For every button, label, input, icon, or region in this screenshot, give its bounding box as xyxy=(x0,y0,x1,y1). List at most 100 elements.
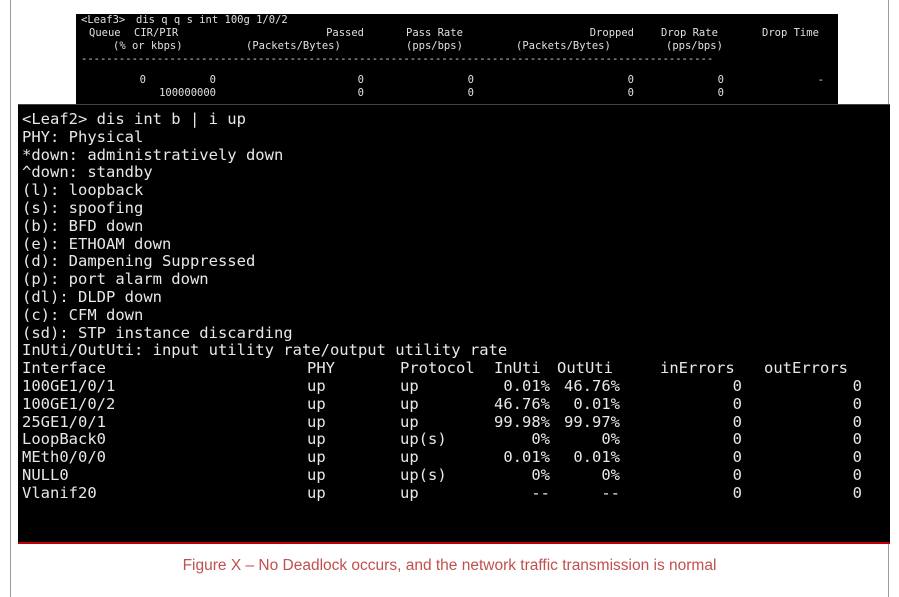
legend-line: (l): loopback xyxy=(22,181,144,200)
cell-outerrors: 0 xyxy=(852,483,862,502)
q-row1-dropped: 0 xyxy=(627,74,634,86)
cell-outerrors: 0 xyxy=(852,465,862,484)
queue-command-line: <Leaf3> dis q q s int 100g 1/0/2 xyxy=(76,14,838,27)
q-row2-passed: 0 xyxy=(357,87,364,99)
queue-command: dis q q s int 100g 1/0/2 xyxy=(136,14,288,26)
legend-line: (dl): DLDP down xyxy=(22,287,162,306)
cell-protocol: up(s) xyxy=(400,430,447,449)
cell-outerrors: 0 xyxy=(852,394,862,413)
leaf3-prompt: <Leaf3> xyxy=(81,14,126,26)
q-row2-cir: 100000000 xyxy=(159,87,216,99)
col-protocol: Protocol xyxy=(400,359,475,378)
col-inuti: InUti xyxy=(494,359,541,378)
caption-rule xyxy=(18,542,890,544)
header-dropped: Dropped xyxy=(589,27,634,39)
q-row1-pass-rate: 0 xyxy=(467,74,474,86)
legend-line: (d): Dampening Suppressed xyxy=(22,252,256,271)
cell-phy: up xyxy=(307,448,326,467)
col-oututi: OutUti xyxy=(557,359,613,378)
cell-inerrors: 0 xyxy=(732,376,742,395)
cell-inerrors: 0 xyxy=(732,394,742,413)
cell-outerrors: 0 xyxy=(852,448,862,467)
legend-line: (e): ETHOAM down xyxy=(22,234,172,253)
queue-stats-terminal: <Leaf3> dis q q s int 100g 1/0/2 Queue C… xyxy=(76,14,838,104)
header-units-drop-rate: (pps/bps) xyxy=(666,40,723,52)
header-drop-time: Drop Time xyxy=(762,27,819,39)
q-row1-drop-time: - xyxy=(817,74,824,86)
cell-oututi: 99.97% xyxy=(564,412,620,431)
interface-brief-terminal: <Leaf2> dis int b | i up PHY: Physical *… xyxy=(18,104,890,542)
header-drop-rate: Drop Rate xyxy=(661,27,718,39)
table-row: MEth0/0/0 up up 0.01% 0.01% 0 0 xyxy=(22,448,890,467)
cell-protocol: up xyxy=(400,412,419,431)
legend-line: (p): port alarm down xyxy=(22,270,209,289)
header-cir-pir: CIR/PIR xyxy=(134,27,179,39)
q-row2-pass-rate: 0 xyxy=(467,87,474,99)
legend-line: ^down: standby xyxy=(22,163,153,182)
cell-protocol: up xyxy=(400,448,419,467)
legend-line: (sd): STP instance discarding xyxy=(22,323,293,342)
cell-inerrors: 0 xyxy=(732,483,742,502)
cell-outerrors: 0 xyxy=(852,376,862,395)
header-units-cir: (% or kbps) xyxy=(113,40,183,52)
header-units-pass-rate: (pps/bps) xyxy=(406,40,463,52)
table-row: Vlanif20 up up -- -- 0 0 xyxy=(22,483,890,503)
q-row1-cir: 0 xyxy=(209,74,216,86)
cell-interface: LoopBack0 xyxy=(22,430,106,449)
cell-oututi: 0% xyxy=(601,430,620,449)
legend-line: (c): CFM down xyxy=(22,305,144,324)
header-pass-rate: Pass Rate xyxy=(406,27,463,39)
queue-row-2: 100000000 0 0 0 0 xyxy=(76,87,838,100)
cell-inerrors: 0 xyxy=(732,412,742,431)
table-header: Interface PHY Protocol InUti OutUti inEr… xyxy=(22,359,890,378)
header-queue: Queue xyxy=(89,27,121,39)
legend-line: (s): spoofing xyxy=(22,198,144,217)
col-phy: PHY xyxy=(307,359,335,378)
table-row: NULL0 up up(s) 0% 0% 0 0 xyxy=(22,465,890,485)
cell-oututi: 0% xyxy=(601,465,620,484)
figure-caption: Figure X – No Deadlock occurs, and the n… xyxy=(182,557,717,574)
col-outerrors: outErrors xyxy=(764,359,848,378)
cell-phy: up xyxy=(307,376,326,395)
legend-line: InUti/OutUti: input utility rate/output … xyxy=(22,341,508,360)
q-row1-drop-rate: 0 xyxy=(717,74,724,86)
legend-line: PHY: Physical xyxy=(22,127,144,146)
cell-protocol: up xyxy=(400,394,419,413)
cell-outerrors: 0 xyxy=(852,412,862,431)
cell-interface: MEth0/0/0 xyxy=(22,448,106,467)
q-row2-dropped: 0 xyxy=(627,87,634,99)
cell-outerrors: 0 xyxy=(852,430,862,449)
cell-protocol: up xyxy=(400,483,419,502)
cell-interface: 100GE1/0/1 xyxy=(22,376,116,395)
cell-interface: 100GE1/0/2 xyxy=(22,394,116,413)
cell-interface: 25GE1/0/1 xyxy=(22,412,106,431)
legend-line: (b): BFD down xyxy=(22,216,144,235)
cell-oututi: 0.01% xyxy=(573,394,620,413)
cell-interface: Vlanif20 xyxy=(22,483,97,502)
cell-oututi: 0.01% xyxy=(573,448,620,467)
cell-protocol: up(s) xyxy=(400,465,447,484)
cell-oututi: 46.76% xyxy=(564,376,620,395)
divider-text: ----------------------------------------… xyxy=(81,53,714,65)
cell-phy: up xyxy=(307,465,326,484)
q-row1-passed: 0 xyxy=(357,74,364,86)
interface-rows: 100GE1/0/1 up up 0.01% 46.76% 0 0 100GE1/0/2 up u… xyxy=(22,376,890,503)
cell-protocol: up xyxy=(400,376,419,395)
col-interface: Interface xyxy=(22,359,106,378)
header-units-dropped: (Packets/Bytes) xyxy=(516,40,611,52)
command-line: <Leaf2> dis int b | i up xyxy=(22,110,246,128)
q-row1-queue: 0 xyxy=(139,74,146,86)
cell-interface: NULL0 xyxy=(22,465,69,484)
cell-inerrors: 0 xyxy=(732,448,742,467)
header-units-passed: (Packets/Bytes) xyxy=(246,40,341,52)
queue-header-row-2: (% or kbps) (Packets/Bytes) (pps/bps) (P… xyxy=(76,40,838,53)
header-passed: Passed xyxy=(326,27,364,39)
cell-phy: up xyxy=(307,483,326,502)
q-row2-drop-rate: 0 xyxy=(717,87,724,99)
table-row: LoopBack0 up up(s) 0% 0% 0 0 xyxy=(22,431,890,449)
col-inerrors: inErrors xyxy=(660,359,735,378)
legend-line: *down: administratively down xyxy=(22,145,284,164)
queue-header-row-1: Queue CIR/PIR Passed Pass Rate Dropped D… xyxy=(76,27,838,40)
queue-divider: ----------------------------------------… xyxy=(76,53,838,66)
